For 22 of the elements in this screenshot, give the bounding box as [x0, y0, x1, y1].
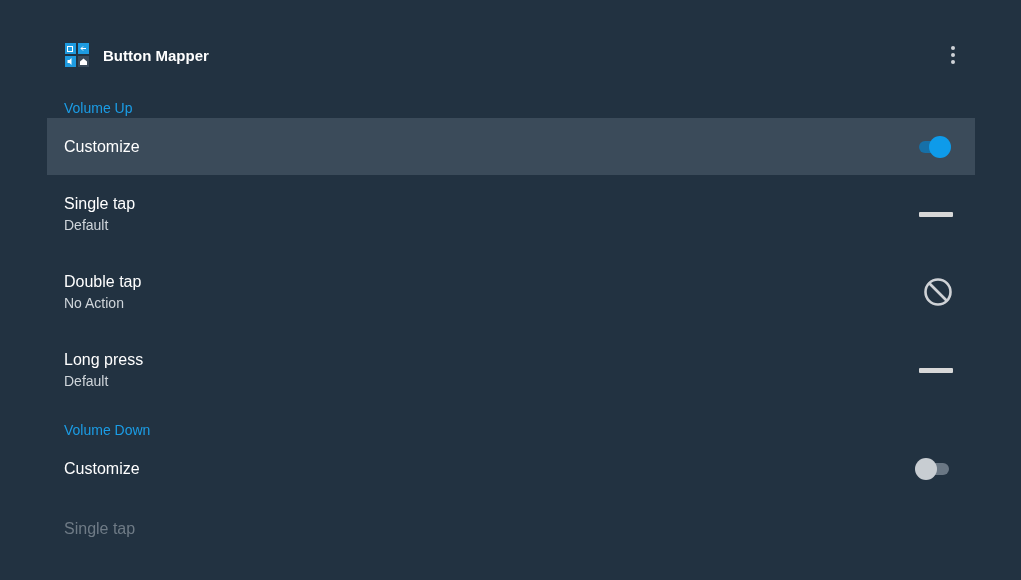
no-action-icon — [923, 277, 953, 307]
row-title: Single tap — [64, 195, 137, 213]
toggle-switch[interactable] — [915, 457, 951, 480]
app-title: Button Mapper — [103, 46, 210, 64]
settings-row[interactable]: Customize — [47, 118, 975, 175]
row-title: Double tap — [64, 273, 143, 291]
settings-row[interactable]: Double tap No Action — [47, 253, 975, 331]
section-header: Volume Down — [63, 421, 152, 440]
row-title: Long press — [64, 351, 145, 369]
row-title: Single tap — [63, 519, 137, 538]
settings-row[interactable]: Customize — [47, 440, 975, 497]
dash-icon — [919, 367, 953, 373]
row-subtitle: Default — [64, 217, 110, 233]
row-title: Customize — [64, 459, 141, 478]
row-title: Customize — [64, 137, 141, 156]
row-subtitle: Default — [64, 373, 110, 389]
section-header: Volume Up — [63, 99, 134, 118]
settings-row[interactable]: Single tap Default — [47, 175, 975, 253]
app-logo-icon — [65, 43, 89, 67]
dash-icon — [919, 211, 953, 217]
row-subtitle: No Action — [64, 295, 125, 311]
settings-row[interactable]: Long press Default — [47, 331, 975, 409]
